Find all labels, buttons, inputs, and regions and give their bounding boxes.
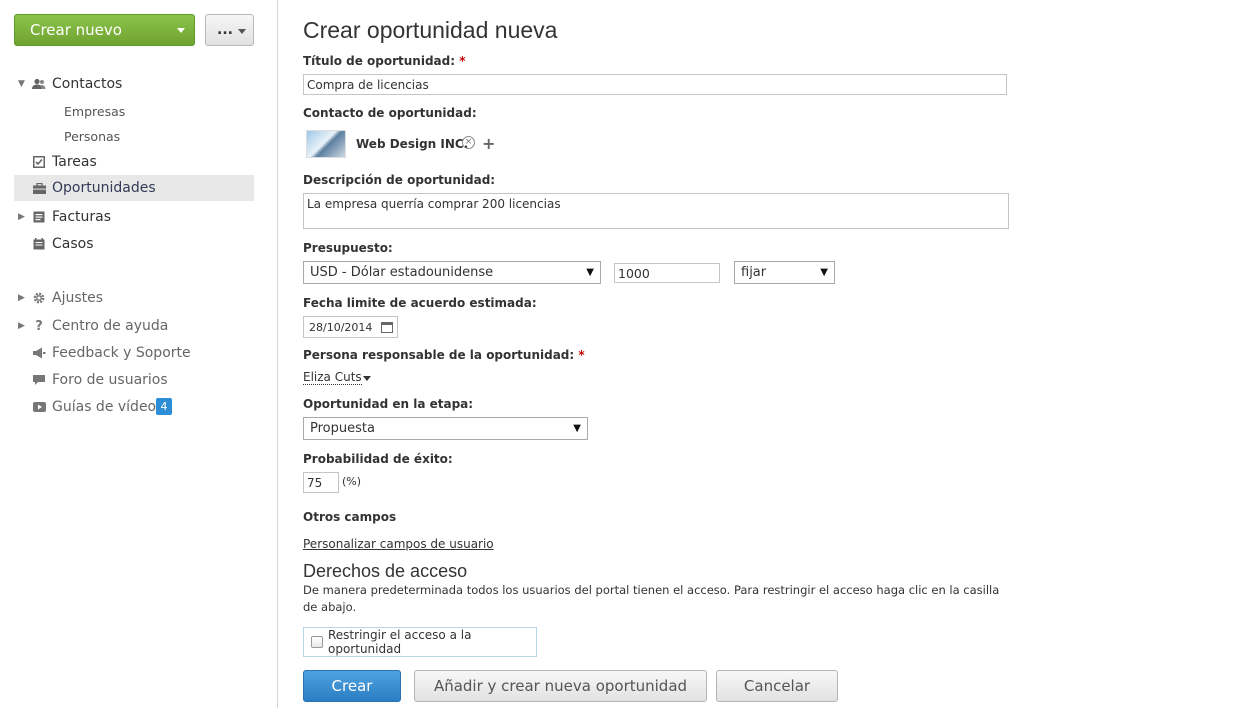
sidebar-item-label: Casos [52,236,94,252]
page-title: Crear oportunidad nueva [303,17,558,43]
field-label: Persona responsable de la oportunidad: [303,348,575,362]
opportunity-title-input[interactable]: Compra de licencias [303,74,1007,95]
cases-icon [32,237,46,251]
sidebar-item-label: Facturas [52,209,112,225]
input-value: 75 [307,476,323,490]
help-icon: ? [35,318,43,334]
budget-amount-input[interactable]: 1000 [614,263,720,283]
budget-type-select[interactable]: fijar ▼ [734,261,835,284]
chat-icon [32,373,46,387]
dropdown-arrow-icon: ▼ [586,267,594,278]
remove-contact-icon[interactable]: × [462,136,475,149]
deadline-date-input[interactable]: 28/10/2014 [303,316,398,338]
cancel-button[interactable]: Cancelar [716,670,838,702]
expand-arrow-icon[interactable]: ▼ [18,79,25,89]
sidebar-item-facturas[interactable]: ▶ Facturas [14,204,254,230]
sidebar-item-tareas[interactable]: Tareas [14,149,254,175]
expand-arrow-icon[interactable]: ▶ [18,293,25,303]
invoices-icon [32,210,46,224]
contact-name[interactable]: Web Design INC. [356,137,468,151]
restrict-access-box[interactable]: Restringir el acceso a la oportunidad [303,627,537,657]
input-value: 1000 [618,266,650,281]
description-textarea[interactable]: La empresa querría comprar 200 licencias [303,193,1009,229]
dropdown-arrow-icon: ▼ [820,267,828,278]
opportunity-title-label: Título de oportunidad: * [303,54,466,68]
create-new-button[interactable]: Crear nuevo [14,14,195,46]
sidebar-item-ajustes[interactable]: ▶ Ajustes [14,285,254,311]
currency-select[interactable]: USD - Dólar estadounidense ▼ [303,261,601,284]
deadline-label: Fecha limite de acuerdo estimada: [303,296,537,310]
input-value: 28/10/2014 [309,321,373,334]
create-new-label: Crear nuevo [30,21,122,39]
percent-unit: (%) [342,475,362,488]
expand-arrow-icon[interactable]: ▶ [18,321,25,331]
input-value: La empresa querría comprar 200 licencias [307,197,561,211]
video-icon [32,400,46,414]
select-value: USD - Dólar estadounidense [310,265,494,280]
chevron-down-icon [177,28,185,33]
sidebar-item-contactos[interactable]: ▼ Contactos [14,71,254,97]
access-rights-note: De manera predeterminada todos los usuar… [303,583,1000,614]
sidebar-item-feedback[interactable]: Feedback y Soporte [14,340,254,366]
stage-select[interactable]: Propuesta ▼ [303,417,588,440]
sidebar: Crear nuevo ... ▼ Contactos Empresas Per… [0,0,278,708]
sidebar-item-label: Contactos [52,76,123,92]
probability-input[interactable]: 75 [303,472,339,493]
more-actions-button[interactable]: ... [205,14,254,46]
sidebar-item-label: Personas [64,128,121,144]
budget-label: Presupuesto: [303,241,393,255]
customize-fields-link[interactable]: Personalizar campos de usuario [303,537,494,551]
sidebar-item-label: Empresas [64,103,126,119]
owner-select[interactable]: Eliza Cuts [303,370,362,385]
chevron-down-icon [238,29,246,34]
sidebar-item-guias-de-video[interactable]: Guías de vídeo 4 [14,394,254,420]
sidebar-item-foro-de-usuarios[interactable]: Foro de usuarios [14,367,254,393]
field-label: Título de oportunidad: [303,54,456,68]
restrict-access-checkbox[interactable] [311,636,323,648]
sidebar-item-empresas[interactable]: Empresas [14,98,254,124]
stage-label: Oportunidad en la etapa: [303,397,474,411]
access-rights-title: Derechos de acceso [303,561,468,581]
dropdown-arrow-icon: ▼ [573,423,581,434]
create-button[interactable]: Crear [303,670,401,702]
required-marker: * [578,348,585,362]
required-marker: * [459,54,466,68]
owner-label: Persona responsable de la oportunidad: * [303,348,585,362]
count-badge: 4 [156,398,172,415]
select-value: fijar [741,265,767,280]
sidebar-item-label: Ajustes [52,290,104,306]
input-value: Compra de licencias [307,78,429,92]
more-actions-label: ... [217,22,233,38]
description-label: Descripción de oportunidad: [303,173,496,187]
chevron-down-icon[interactable] [363,376,371,381]
select-value: Propuesta [310,421,375,436]
calendar-icon[interactable] [381,322,393,333]
add-contact-icon[interactable]: + [482,134,495,153]
briefcase-icon [32,181,46,195]
sidebar-item-centro-de-ayuda[interactable]: ▶ ? Centro de ayuda [14,313,254,339]
sidebar-item-label: Guías de vídeo [52,399,157,415]
contacts-icon [32,77,46,91]
sidebar-item-label: Centro de ayuda [52,318,169,334]
sidebar-item-label: Feedback y Soporte [52,345,191,361]
expand-arrow-icon[interactable]: ▶ [18,212,25,222]
sidebar-item-oportunidades[interactable]: Oportunidades [14,175,254,201]
contact-avatar [306,130,346,158]
main-content: Crear oportunidad nueva Título de oportu… [303,0,1213,708]
tasks-icon [32,155,46,169]
contact-label: Contacto de oportunidad: [303,106,477,120]
probability-label: Probabilidad de éxito: [303,452,453,466]
sidebar-item-label: Tareas [52,154,97,170]
gear-icon [32,291,46,305]
add-and-create-new-button[interactable]: Añadir y crear nueva oportunidad [414,670,707,702]
restrict-access-label: Restringir el acceso a la oportunidad [328,628,472,656]
sidebar-item-casos[interactable]: Casos [14,231,254,257]
sidebar-item-label: Foro de usuarios [52,372,168,388]
megaphone-icon [32,346,46,360]
other-fields-label: Otros campos [303,510,397,524]
sidebar-item-personas[interactable]: Personas [14,123,254,149]
sidebar-item-label: Oportunidades [52,180,156,196]
